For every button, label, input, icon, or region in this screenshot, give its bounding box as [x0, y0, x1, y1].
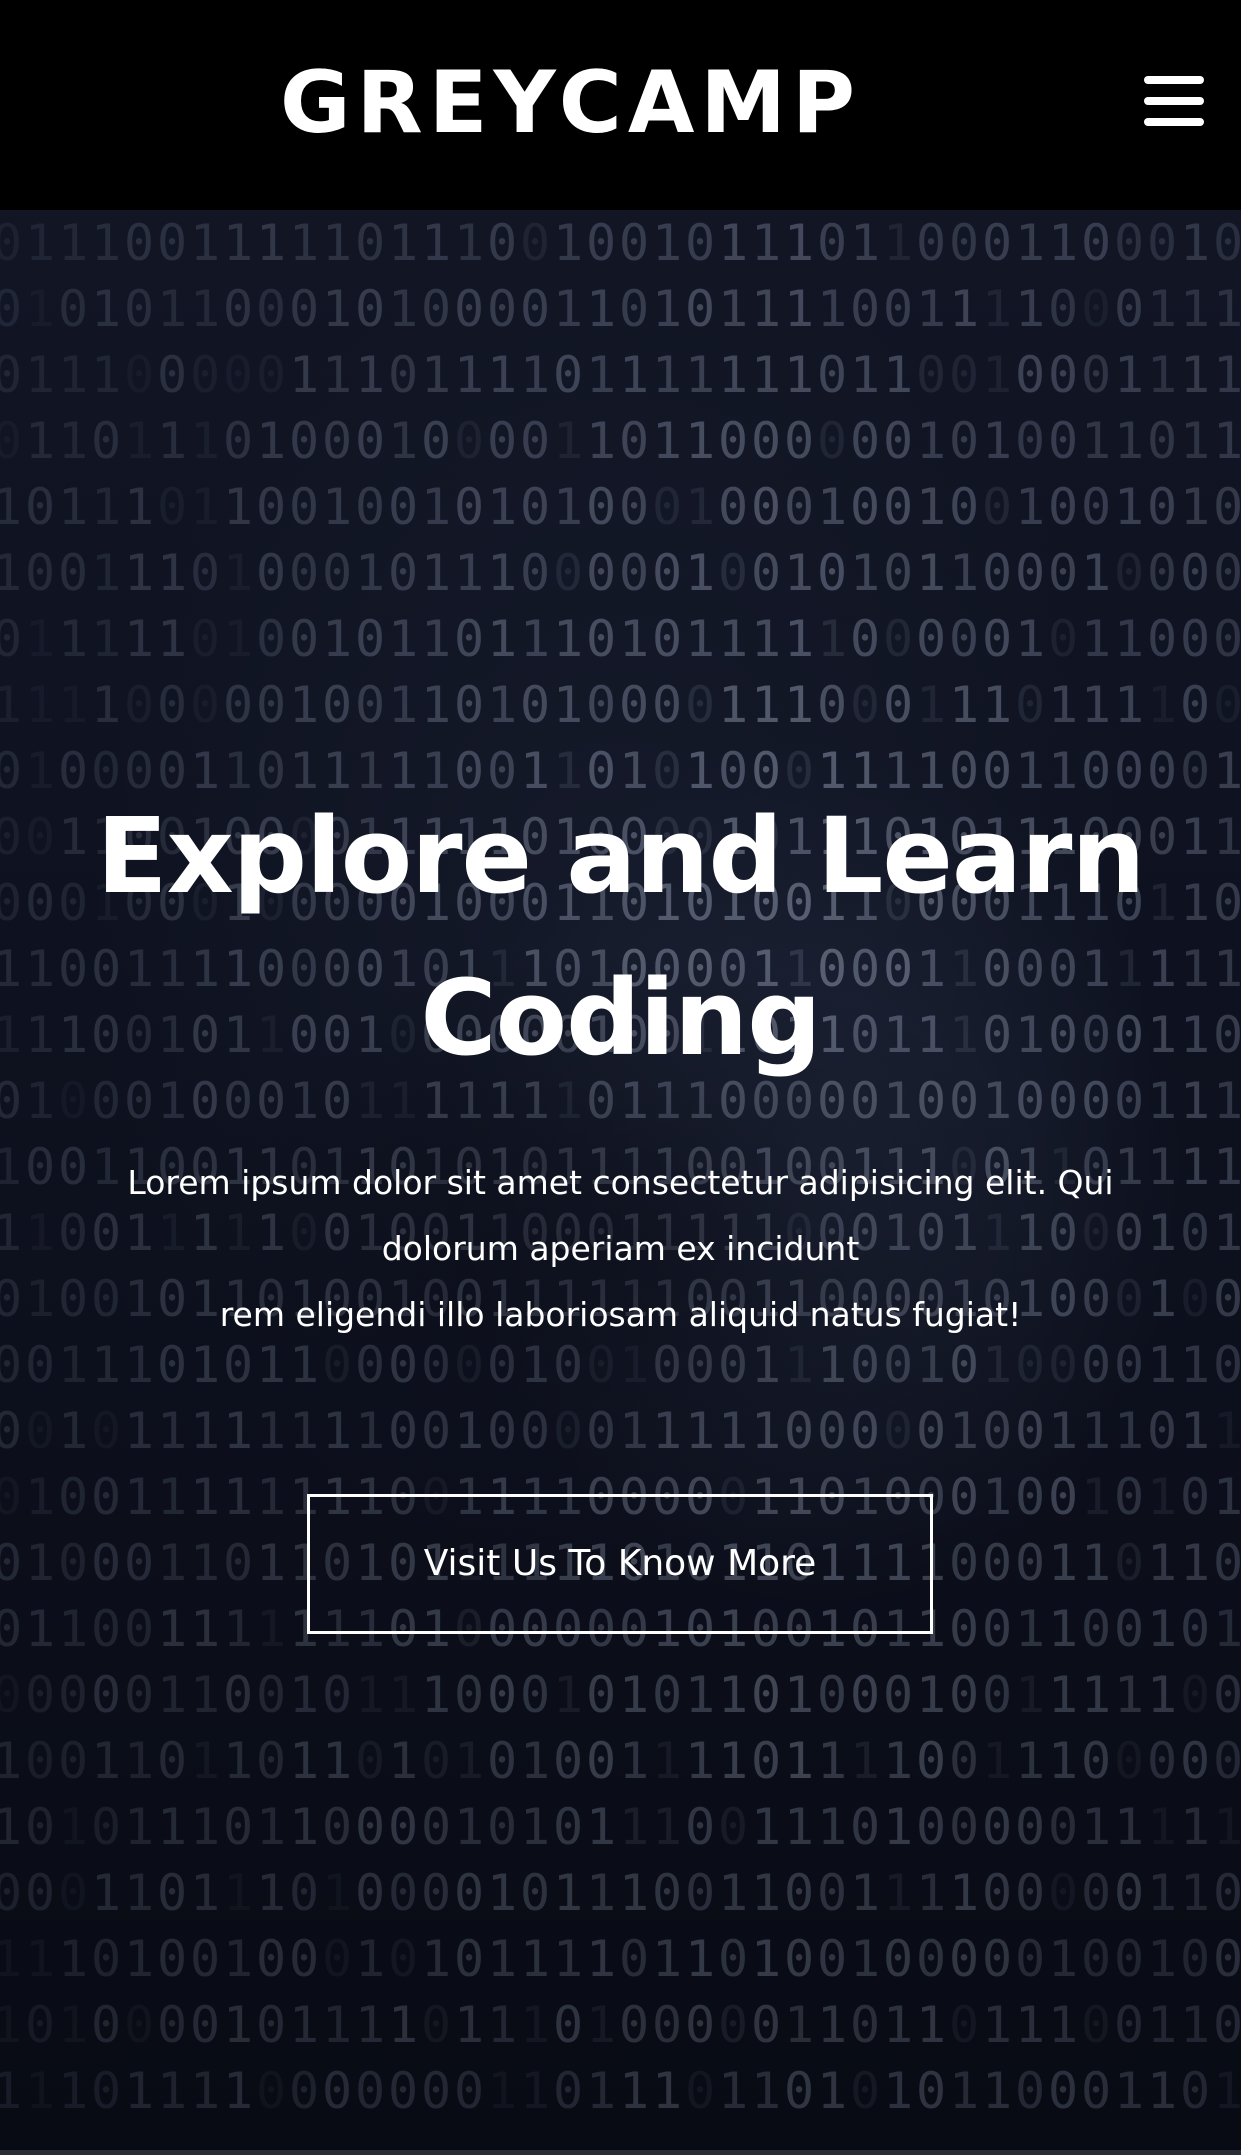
menu-bar-line [1144, 97, 1204, 105]
hero-subtext-line: rem eligendi illo laboriosam aliquid nat… [219, 1295, 1022, 1334]
hero-headline: Explore and Learn Coding [96, 795, 1146, 1079]
visit-us-button[interactable]: Visit Us To Know More [307, 1494, 933, 1634]
menu-bar-line [1144, 118, 1204, 126]
hamburger-menu-icon[interactable] [1144, 74, 1204, 128]
menu-bar-line [1144, 76, 1204, 84]
hero-section: 0111001111101110010010111011000110001001… [0, 210, 1241, 2150]
hero-subtext-line: dolorum aperiam ex incidunt [381, 1229, 860, 1268]
brand-logo[interactable]: GREYCAMP [0, 48, 1141, 158]
hero-subtext: Lorem ipsum dolor sit amet consectetur a… [70, 1150, 1171, 1348]
page-bottom-divider [0, 2150, 1241, 2155]
header-bar: GREYCAMP [0, 0, 1241, 210]
hero-subtext-line: Lorem ipsum dolor sit amet consectetur a… [127, 1163, 1114, 1202]
page: GREYCAMP 0111001111101110010010111011000… [0, 0, 1241, 2155]
